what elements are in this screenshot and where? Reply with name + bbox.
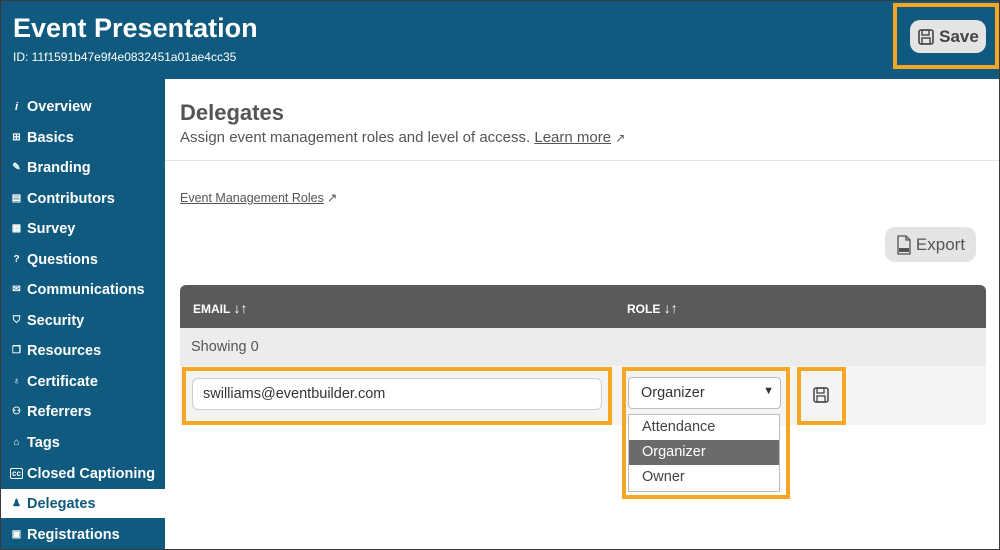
sidebar-item-questions[interactable]: ? Questions: [1, 245, 165, 274]
person-icon: ♟: [12, 498, 21, 509]
sidebar-item-communications[interactable]: ✉ Communications: [1, 275, 165, 304]
sidebar-item-label: Security: [27, 312, 85, 329]
sidebar-item-label: Branding: [27, 159, 91, 176]
role-dropdown-menu: Attendance Organizer Owner: [628, 414, 780, 492]
sidebar-item-label: Registrations: [27, 526, 120, 543]
role-select[interactable]: Organizer ▼: [628, 377, 781, 409]
form-icon: ▣: [11, 529, 22, 540]
cc-icon: cc: [10, 468, 23, 479]
role-option-attendance[interactable]: Attendance: [629, 415, 779, 440]
sidebar-item-label: Survey: [27, 220, 76, 237]
sort-icon: ↓↑: [233, 300, 248, 316]
sidebar-item-label: Contributors: [27, 190, 115, 207]
sort-icon: ↓↑: [663, 300, 678, 316]
sidebar-item-label: Closed Captioning: [27, 465, 156, 482]
sidebar-item-branding[interactable]: ✎ Branding: [1, 153, 165, 182]
sidebar: i Overview ⊞ Basics ✎ Branding ▤ Contrib…: [1, 79, 165, 549]
role-option-owner[interactable]: Owner: [629, 465, 779, 490]
envelope-icon: ✉: [12, 284, 21, 295]
event-management-roles-link[interactable]: Event Management Roles ↗: [180, 190, 337, 205]
shield-icon: ⛉: [12, 315, 21, 326]
pen-icon: ✎: [12, 162, 21, 173]
sidebar-item-tags[interactable]: ⌂ Tags: [1, 428, 165, 457]
sidebar-item-registrations[interactable]: ▣ Registrations: [1, 520, 165, 549]
export-button[interactable]: Export: [885, 227, 976, 262]
chevron-down-icon: ▼: [763, 385, 774, 397]
clipboard-icon: ▦: [11, 223, 22, 234]
sidebar-item-delegates[interactable]: ♟ Delegates: [1, 489, 165, 518]
learn-more-link[interactable]: Learn more: [534, 129, 611, 146]
page-title: Delegates: [180, 100, 284, 125]
xlsx-file-icon: [897, 234, 911, 255]
sidebar-item-label: Referrers: [27, 403, 92, 420]
sidebar-item-label: Basics: [27, 129, 74, 146]
event-id: ID: 11f1591b47e9f4e0832451a01ae4cc35: [13, 50, 237, 64]
sidebar-item-label: Delegates: [27, 495, 96, 512]
floppy-disk-icon: [918, 28, 934, 45]
role-selected-value: Organizer: [641, 385, 705, 401]
sidebar-item-survey[interactable]: ▦ Survey: [1, 214, 165, 243]
export-label: Export: [915, 234, 966, 254]
sidebar-item-overview[interactable]: i Overview: [1, 92, 165, 121]
role-option-organizer[interactable]: Organizer: [629, 440, 779, 465]
sidebar-item-certificate[interactable]: ♁ Certificate: [1, 367, 165, 396]
row-save-button[interactable]: [807, 381, 835, 409]
sidebar-item-label: Certificate: [27, 373, 98, 390]
sidebar-item-label: Questions: [27, 251, 98, 268]
event-title: Event Presentation: [13, 13, 258, 43]
tag-icon: ⌂: [13, 437, 20, 448]
sidebar-item-label: Tags: [27, 434, 60, 451]
award-icon: ♁: [12, 376, 21, 387]
floppy-disk-icon: [813, 387, 829, 403]
role-column-header[interactable]: ROLE ↓↑: [627, 300, 678, 316]
save-label: Save: [939, 26, 979, 46]
email-field[interactable]: [192, 378, 602, 410]
sidebar-item-security[interactable]: ⛉ Security: [1, 306, 165, 335]
description-text: Assign event management roles and level …: [180, 129, 531, 146]
save-button[interactable]: Save: [910, 20, 986, 53]
email-column-header[interactable]: EMAIL ↓↑: [193, 300, 247, 316]
external-link-icon: ↗: [615, 131, 626, 145]
table-header: EMAIL ↓↑ ROLE ↓↑: [180, 285, 986, 328]
sidebar-item-contributors[interactable]: ▤ Contributors: [1, 184, 165, 213]
divider: [165, 160, 999, 161]
main-panel: Delegates Assign event management roles …: [165, 79, 999, 549]
sidebar-item-referrers[interactable]: ⚇ Referrers: [1, 397, 165, 426]
sidebar-item-closed-captioning[interactable]: cc Closed Captioning: [1, 459, 165, 488]
sidebar-item-label: Communications: [27, 281, 145, 298]
showing-count: Showing 0: [180, 328, 986, 366]
info-icon: i: [14, 100, 19, 113]
event-header: Event Presentation ID: 11f1591b47e9f4e08…: [1, 1, 999, 79]
page-description: Assign event management roles and level …: [180, 129, 625, 146]
app-window: Event Presentation ID: 11f1591b47e9f4e08…: [0, 0, 1000, 550]
sidebar-item-label: Overview: [27, 98, 92, 115]
signpost-icon: ⊞: [12, 132, 21, 143]
question-icon: ?: [13, 254, 20, 265]
sidebar-item-label: Resources: [27, 342, 102, 359]
copy-icon: ❐: [12, 345, 21, 356]
sidebar-item-resources[interactable]: ❐ Resources: [1, 336, 165, 365]
external-link-icon: ↗: [326, 191, 338, 205]
sidebar-item-basics[interactable]: ⊞ Basics: [1, 123, 165, 152]
id-card-icon: ▤: [11, 193, 22, 204]
users-icon: ⚇: [12, 406, 21, 417]
